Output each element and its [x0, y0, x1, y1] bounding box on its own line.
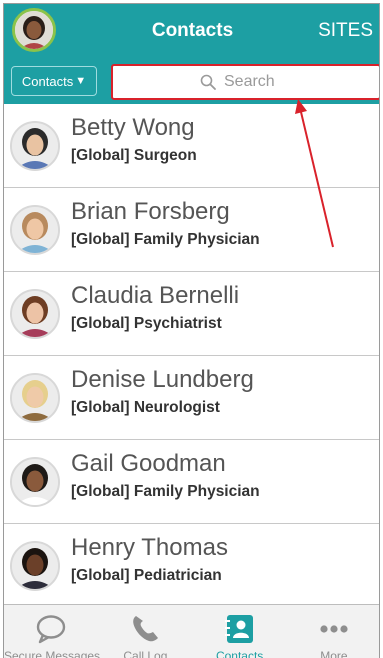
tab-label: Secure Messages	[4, 649, 101, 658]
contact-role: [Global] Surgeon	[71, 147, 197, 164]
contact-row[interactable]: Brian Forsberg [Global] Family Physician	[4, 188, 379, 272]
contact-role: [Global] Pediatrician	[71, 567, 222, 584]
contact-name: Brian Forsberg	[71, 198, 230, 225]
more-dots-icon	[317, 613, 351, 645]
contact-avatar	[10, 457, 60, 507]
contact-row[interactable]: Claudia Bernelli [Global] Psychiatrist	[4, 272, 379, 356]
contacts-filter-dropdown[interactable]: Contacts ▼	[11, 66, 97, 96]
contact-role: [Global] Psychiatrist	[71, 315, 222, 332]
contact-avatar	[10, 541, 60, 591]
contact-role: [Global] Neurologist	[71, 399, 220, 416]
contact-avatar	[10, 121, 60, 171]
search-field[interactable]	[111, 64, 379, 100]
tab-call-log[interactable]: Call Log	[98, 605, 192, 658]
contacts-list: Betty Wong [Global] Surgeon Brian Forsbe…	[4, 104, 379, 608]
tab-secure-messages[interactable]: Secure Messages	[4, 605, 101, 658]
contact-name: Denise Lundberg	[71, 366, 254, 393]
sites-button[interactable]: SITES	[318, 20, 373, 42]
chat-bubble-icon	[34, 613, 68, 645]
contact-row[interactable]: Denise Lundberg [Global] Neurologist	[4, 356, 379, 440]
contact-name: Henry Thomas	[71, 534, 228, 561]
tab-label: Contacts	[215, 649, 264, 658]
search-icon	[200, 74, 216, 90]
contact-avatar	[10, 289, 60, 339]
tab-label: More	[320, 649, 348, 658]
contact-name: Claudia Bernelli	[71, 282, 240, 309]
contact-avatar	[10, 373, 60, 423]
contact-name: Betty Wong	[71, 114, 195, 141]
app-frame: Contacts SITES Contacts ▼ Betty Wong [Gl…	[3, 3, 380, 658]
bottom-tab-bar: Secure Messages Call Log Contacts More	[4, 604, 379, 658]
contact-name: Gail Goodman	[71, 450, 226, 477]
contact-row[interactable]: Gail Goodman [Global] Family Physician	[4, 440, 379, 524]
phone-icon	[128, 613, 162, 645]
contact-role: [Global] Family Physician	[71, 231, 260, 248]
chevron-down-icon: ▼	[75, 75, 87, 87]
contact-role: [Global] Family Physician	[71, 483, 260, 500]
tab-label: Call Log	[123, 649, 168, 658]
top-bar: Contacts SITES Contacts ▼	[4, 4, 379, 104]
tab-contacts[interactable]: Contacts	[193, 605, 287, 658]
contacts-book-icon	[223, 613, 257, 645]
contact-row[interactable]: Betty Wong [Global] Surgeon	[4, 104, 379, 188]
contact-row[interactable]: Henry Thomas [Global] Pediatrician	[4, 524, 379, 608]
dropdown-label: Contacts	[21, 73, 74, 89]
tab-more[interactable]: More	[287, 605, 379, 658]
contact-avatar	[10, 205, 60, 255]
search-input[interactable]	[224, 73, 292, 91]
